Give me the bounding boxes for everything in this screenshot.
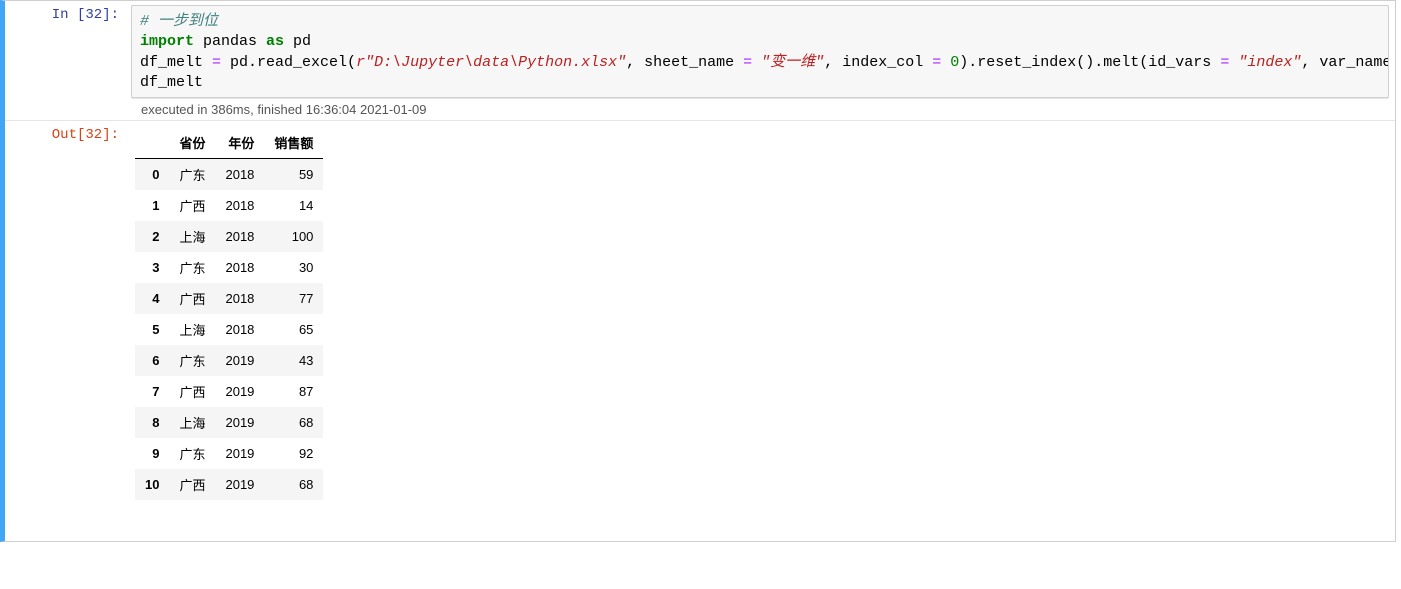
cell: 68 (264, 469, 323, 500)
input-area: In [32]: # 一步到位 import pandas as pd df_m… (5, 1, 1395, 120)
row-index: 1 (135, 190, 169, 221)
table-head: 省份 年份 销售额 (135, 127, 323, 159)
cell: 上海 (169, 221, 215, 252)
code-text: , index_col (824, 54, 932, 71)
code-string: r"D:\Jupyter\data\Python.xlsx" (356, 54, 626, 71)
code-operator: = (212, 54, 221, 71)
code-editor[interactable]: # 一步到位 import pandas as pd df_melt = pd.… (132, 6, 1388, 97)
cell: 2019 (215, 407, 264, 438)
table-row: 10广西201968 (135, 469, 323, 500)
row-index: 10 (135, 469, 169, 500)
code-text: pd (284, 33, 311, 50)
cell: 上海 (169, 314, 215, 345)
cell: 2019 (215, 376, 264, 407)
output-body: 省份 年份 销售额 0广东2018591广西2018142上海20181003广… (125, 121, 1395, 506)
cell: 上海 (169, 407, 215, 438)
code-string: "index" (1238, 54, 1301, 71)
table-row: 1广西201814 (135, 190, 323, 221)
row-index: 8 (135, 407, 169, 438)
row-index: 3 (135, 252, 169, 283)
table-header-row: 省份 年份 销售额 (135, 127, 323, 159)
cell: 广东 (169, 252, 215, 283)
cell: 广东 (169, 345, 215, 376)
table-row: 4广西201877 (135, 283, 323, 314)
output-prompt: Out[32]: (5, 121, 125, 143)
table-row: 6广东201943 (135, 345, 323, 376)
code-text (752, 54, 761, 71)
table-row: 8上海201968 (135, 407, 323, 438)
code-text: ).reset_index().melt(id_vars (959, 54, 1220, 71)
code-operator: = (932, 54, 941, 71)
code-scroll[interactable]: # 一步到位 import pandas as pd df_melt = pd.… (132, 6, 1388, 97)
code-text: , var_name (1301, 54, 1388, 71)
cell: 2019 (215, 438, 264, 469)
table-row: 9广东201992 (135, 438, 323, 469)
code-box: # 一步到位 import pandas as pd df_melt = pd.… (131, 5, 1389, 98)
code-text: df_melt (140, 54, 212, 71)
cell: 65 (264, 314, 323, 345)
code-text: pandas (194, 33, 266, 50)
index-header (135, 127, 169, 159)
cell: 100 (264, 221, 323, 252)
table-row: 0广东201859 (135, 159, 323, 191)
cell: 2018 (215, 159, 264, 191)
code-text: df_melt (140, 74, 203, 91)
cell: 广东 (169, 159, 215, 191)
row-index: 4 (135, 283, 169, 314)
code-operator: = (743, 54, 752, 71)
code-keyword: as (266, 33, 284, 50)
input-prompt: In [32]: (5, 1, 125, 23)
col-header: 省份 (169, 127, 215, 159)
code-operator: = (1220, 54, 1229, 71)
code-text (941, 54, 950, 71)
cell: 广西 (169, 283, 215, 314)
cell: 43 (264, 345, 323, 376)
row-index: 9 (135, 438, 169, 469)
cell: 77 (264, 283, 323, 314)
col-header: 年份 (215, 127, 264, 159)
row-index: 2 (135, 221, 169, 252)
cell: 2018 (215, 221, 264, 252)
table-row: 2上海2018100 (135, 221, 323, 252)
execution-status: executed in 386ms, finished 16:36:04 202… (131, 98, 1389, 120)
cell: 2018 (215, 314, 264, 345)
cell: 68 (264, 407, 323, 438)
cell: 2019 (215, 469, 264, 500)
dataframe-table: 省份 年份 销售额 0广东2018591广西2018142上海20181003广… (135, 127, 323, 500)
code-string: "变一维" (761, 54, 824, 71)
cell: 广西 (169, 469, 215, 500)
cell: 92 (264, 438, 323, 469)
row-index: 0 (135, 159, 169, 191)
table-row: 3广东201830 (135, 252, 323, 283)
table-body: 0广东2018591广西2018142上海20181003广东2018304广西… (135, 159, 323, 501)
table-row: 5上海201865 (135, 314, 323, 345)
cell: 30 (264, 252, 323, 283)
row-index: 7 (135, 376, 169, 407)
row-index: 6 (135, 345, 169, 376)
code-comment: # 一步到位 (140, 13, 218, 30)
cell: 2019 (215, 345, 264, 376)
code-text: pd.read_excel( (221, 54, 356, 71)
table-row: 7广西201987 (135, 376, 323, 407)
cell: 2018 (215, 252, 264, 283)
col-header: 销售额 (264, 127, 323, 159)
code-text: , sheet_name (626, 54, 743, 71)
cell: 14 (264, 190, 323, 221)
cell: 2018 (215, 283, 264, 314)
cell: 87 (264, 376, 323, 407)
code-number: 0 (950, 54, 959, 71)
row-index: 5 (135, 314, 169, 345)
cell: 2018 (215, 190, 264, 221)
cell: 广东 (169, 438, 215, 469)
cell: 59 (264, 159, 323, 191)
code-wrap: # 一步到位 import pandas as pd df_melt = pd.… (125, 1, 1395, 120)
cell: 广西 (169, 376, 215, 407)
code-text (1229, 54, 1238, 71)
cell: 广西 (169, 190, 215, 221)
code-keyword: import (140, 33, 194, 50)
notebook-cell: In [32]: # 一步到位 import pandas as pd df_m… (0, 0, 1396, 542)
output-area[interactable]: Out[32]: 省份 年份 销售额 0广东2018591广西2018142上海… (5, 120, 1395, 541)
